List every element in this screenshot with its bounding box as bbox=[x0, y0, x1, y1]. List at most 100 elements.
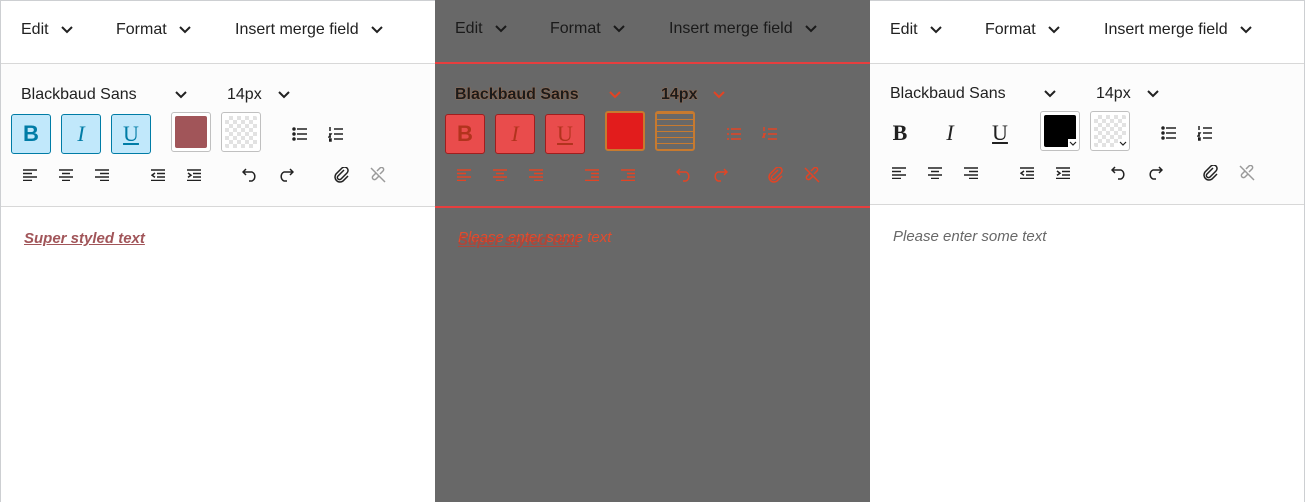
font-color-button[interactable] bbox=[171, 112, 211, 152]
unlink-icon bbox=[804, 167, 820, 183]
background-color-button[interactable] bbox=[655, 111, 695, 151]
background-color-swatch bbox=[225, 116, 257, 148]
outdent-button[interactable] bbox=[580, 163, 604, 187]
align-right-button[interactable] bbox=[959, 161, 983, 185]
format-menu[interactable]: Format bbox=[550, 20, 625, 38]
indent-button[interactable] bbox=[182, 163, 206, 187]
font-size-select[interactable]: 14px bbox=[1096, 85, 1159, 103]
underline-button[interactable]: U bbox=[545, 114, 585, 154]
outdent-button[interactable] bbox=[1015, 161, 1039, 185]
align-center-icon bbox=[493, 169, 507, 181]
chevron-down-icon bbox=[1146, 90, 1159, 98]
font-family-select[interactable]: Blackbaud Sans bbox=[21, 86, 187, 104]
font-size-select[interactable]: 14px bbox=[661, 86, 726, 104]
undo-button[interactable] bbox=[238, 163, 262, 187]
edit-menu[interactable]: Edit bbox=[455, 20, 507, 38]
align-left-button[interactable] bbox=[18, 163, 42, 187]
bullet-list-icon bbox=[1161, 126, 1176, 140]
editor-ghost-text: Super styled text bbox=[458, 232, 579, 249]
align-center-button[interactable] bbox=[923, 161, 947, 185]
align-right-icon bbox=[529, 169, 543, 181]
bullet-list-button[interactable] bbox=[1157, 121, 1181, 145]
align-right-button[interactable] bbox=[524, 163, 548, 187]
chevron-down-icon bbox=[1239, 26, 1252, 34]
link-button[interactable] bbox=[1199, 161, 1223, 185]
merge-field-menu[interactable]: Insert merge field bbox=[235, 21, 383, 39]
align-left-button[interactable] bbox=[452, 163, 476, 187]
chevron-down-icon bbox=[494, 25, 507, 33]
outdent-icon bbox=[1020, 167, 1034, 179]
font-family-value: Blackbaud Sans bbox=[455, 86, 579, 103]
editor-contrast-overlay: Edit Format Insert merge field Blackbaud… bbox=[435, 0, 870, 502]
edit-menu-label: Edit bbox=[21, 21, 49, 38]
chevron-down-icon bbox=[1118, 139, 1128, 149]
bullet-list-icon bbox=[727, 128, 741, 140]
font-size-value: 14px bbox=[227, 86, 262, 103]
background-color-button[interactable] bbox=[221, 112, 261, 152]
italic-button[interactable]: I bbox=[930, 113, 970, 153]
numbered-list-button[interactable] bbox=[758, 122, 782, 146]
indent-icon bbox=[1056, 167, 1070, 179]
align-right-icon bbox=[964, 167, 978, 179]
format-menu[interactable]: Format bbox=[116, 21, 191, 39]
bold-button[interactable]: B bbox=[880, 113, 920, 153]
font-family-select[interactable]: Blackbaud Sans bbox=[890, 85, 1056, 103]
numbered-list-button[interactable] bbox=[1193, 121, 1217, 145]
unlink-button[interactable] bbox=[1235, 161, 1259, 185]
align-center-icon bbox=[928, 167, 942, 179]
unlink-button[interactable] bbox=[366, 163, 390, 187]
edit-menu-label: Edit bbox=[890, 21, 918, 38]
bullet-list-button[interactable] bbox=[288, 122, 312, 146]
menu-bar: Edit Format Insert merge field bbox=[1, 1, 435, 64]
link-button[interactable] bbox=[330, 163, 354, 187]
editor-placeholder[interactable]: Please enter some text bbox=[893, 228, 1046, 245]
align-right-button[interactable] bbox=[90, 163, 114, 187]
font-size-select[interactable]: 14px bbox=[227, 86, 290, 104]
edit-menu[interactable]: Edit bbox=[890, 21, 942, 39]
menu-bar: Edit Format Insert merge field bbox=[435, 0, 870, 64]
chevron-down-icon bbox=[929, 26, 942, 34]
align-left-button[interactable] bbox=[887, 161, 911, 185]
toolbar: Blackbaud Sans 14px B I U bbox=[1, 64, 435, 207]
undo-button[interactable] bbox=[672, 163, 696, 187]
editor-content[interactable]: Super styled text bbox=[24, 230, 145, 247]
italic-button[interactable]: I bbox=[61, 114, 101, 154]
align-center-button[interactable] bbox=[54, 163, 78, 187]
merge-field-label: Insert merge field bbox=[1104, 21, 1228, 38]
bold-button[interactable]: B bbox=[445, 114, 485, 154]
redo-button[interactable] bbox=[708, 163, 732, 187]
font-size-value: 14px bbox=[661, 86, 698, 103]
undo-button[interactable] bbox=[1107, 161, 1131, 185]
italic-button[interactable]: I bbox=[495, 114, 535, 154]
redo-button[interactable] bbox=[1143, 161, 1167, 185]
chevron-down-icon bbox=[612, 25, 625, 33]
merge-field-menu[interactable]: Insert merge field bbox=[1104, 21, 1252, 39]
numbered-list-button[interactable] bbox=[324, 122, 348, 146]
font-family-select[interactable]: Blackbaud Sans bbox=[455, 86, 621, 104]
redo-icon bbox=[1149, 166, 1163, 180]
link-icon bbox=[1203, 165, 1218, 181]
outdent-button[interactable] bbox=[146, 163, 170, 187]
merge-field-menu[interactable]: Insert merge field bbox=[669, 20, 817, 38]
bold-button[interactable]: B bbox=[11, 114, 51, 154]
align-center-button[interactable] bbox=[488, 163, 512, 187]
format-menu[interactable]: Format bbox=[985, 21, 1060, 39]
background-color-button[interactable] bbox=[1090, 111, 1130, 151]
indent-button[interactable] bbox=[616, 163, 640, 187]
align-center-icon bbox=[59, 169, 73, 181]
redo-button[interactable] bbox=[274, 163, 298, 187]
bullet-list-button[interactable] bbox=[722, 122, 746, 146]
font-color-button[interactable] bbox=[1040, 111, 1080, 151]
unlink-button[interactable] bbox=[800, 163, 824, 187]
chevron-down-icon bbox=[1047, 26, 1060, 34]
undo-icon bbox=[242, 168, 256, 182]
align-left-icon bbox=[23, 169, 37, 181]
font-color-button[interactable] bbox=[605, 111, 645, 151]
link-button[interactable] bbox=[764, 163, 788, 187]
underline-button[interactable]: U bbox=[980, 113, 1020, 153]
link-icon bbox=[334, 167, 349, 183]
redo-icon bbox=[714, 168, 728, 182]
underline-button[interactable]: U bbox=[111, 114, 151, 154]
edit-menu[interactable]: Edit bbox=[21, 21, 73, 39]
indent-button[interactable] bbox=[1051, 161, 1075, 185]
